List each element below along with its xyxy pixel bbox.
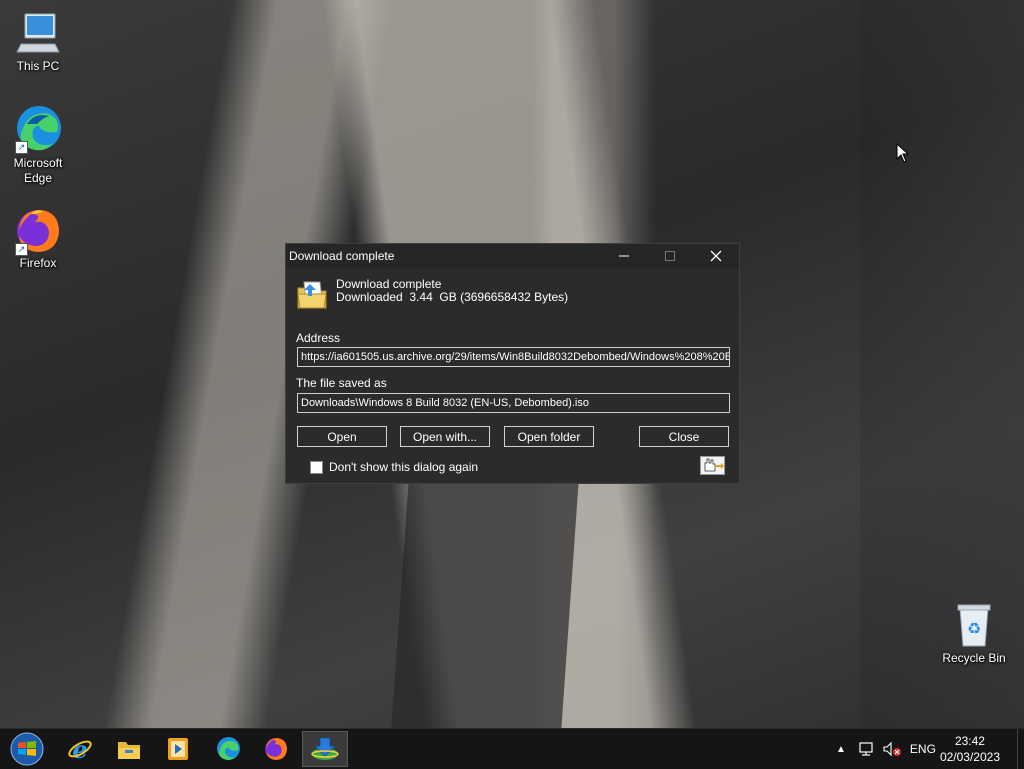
start-button[interactable] xyxy=(4,731,50,767)
recycle-bin-icon: ♻ xyxy=(957,604,991,647)
download-folder-icon xyxy=(297,281,327,309)
minimize-button[interactable] xyxy=(601,244,647,268)
mouse-cursor-icon xyxy=(896,143,910,163)
desktop-icon-label: Recycle Bin xyxy=(942,651,1006,665)
language-indicator[interactable]: ENG xyxy=(910,742,936,756)
shortcut-arrow-icon: ↗ xyxy=(15,141,28,154)
volume-muted-icon[interactable] xyxy=(882,741,902,757)
dont-show-again-label: Don't show this dialog again xyxy=(329,460,479,474)
open-folder-button[interactable]: Open folder xyxy=(504,426,594,447)
help-pointer-button[interactable] xyxy=(700,456,725,475)
hand-pointer-icon xyxy=(704,458,724,472)
open-with-button[interactable]: Open with... xyxy=(400,426,490,447)
desktop-icon-label: Firefox xyxy=(19,256,57,270)
download-size: Downloaded 3.44 GB (3696658432 Bytes) xyxy=(336,290,569,304)
open-button[interactable]: Open xyxy=(297,426,387,447)
saved-as-field[interactable]: Downloads\Windows 8 Build 8032 (EN-US, D… xyxy=(297,393,730,413)
shortcut-arrow-icon: ↗ xyxy=(15,243,28,256)
internet-explorer-icon: e xyxy=(68,736,92,762)
minimize-icon xyxy=(619,255,629,257)
download-manager-icon xyxy=(311,737,339,760)
dialog-titlebar[interactable]: Download complete xyxy=(286,244,739,268)
taskbar-edge[interactable] xyxy=(205,731,251,767)
svg-text:e: e xyxy=(72,736,87,762)
taskbar-internet-explorer[interactable]: e xyxy=(57,731,103,767)
clock-time: 23:42 xyxy=(954,734,985,748)
close-window-button[interactable] xyxy=(693,244,739,268)
show-desktop-button[interactable] xyxy=(1017,729,1024,769)
maximize-button[interactable] xyxy=(647,244,693,268)
download-info: Download complete Downloaded 3.44 GB (36… xyxy=(296,278,568,310)
network-icon[interactable] xyxy=(858,741,876,757)
close-button[interactable]: Close xyxy=(639,426,729,447)
desktop-icon-label: This PC xyxy=(16,59,60,73)
media-player-icon xyxy=(168,738,188,760)
firefox-icon xyxy=(265,738,287,760)
taskbar-download-manager[interactable] xyxy=(302,731,348,767)
desktop-icon-this-pc[interactable]: This PC xyxy=(0,10,76,74)
maximize-icon xyxy=(665,251,675,261)
close-icon xyxy=(710,250,722,262)
saved-as-label: The file saved as xyxy=(296,376,387,390)
taskbar-media-player[interactable] xyxy=(155,731,201,767)
desktop-icon-microsoft-edge[interactable]: ↗ Microsoft Edge xyxy=(0,104,76,186)
edge-icon xyxy=(217,737,240,761)
folder-icon xyxy=(118,742,140,759)
desktop-icon-label: Microsoft Edge xyxy=(13,156,63,185)
desktop-icon-recycle-bin[interactable]: ♻ Recycle Bin xyxy=(936,602,1012,666)
taskbar-firefox[interactable] xyxy=(253,731,299,767)
download-complete-dialog: Download complete Download complete Down… xyxy=(285,243,740,484)
wallpaper-shade xyxy=(391,480,579,730)
show-hidden-icons-chevron-icon[interactable]: ▲ xyxy=(836,744,846,755)
address-field[interactable]: https://ia601505.us.archive.org/29/items… xyxy=(297,347,730,367)
svg-text:♻: ♻ xyxy=(967,619,981,638)
dont-show-again-checkbox[interactable] xyxy=(310,460,323,474)
dont-show-again-row[interactable]: Don't show this dialog again xyxy=(310,460,478,474)
address-label: Address xyxy=(296,331,341,345)
desktop-icon-firefox[interactable]: ↗ Firefox xyxy=(0,206,76,271)
taskbar-file-explorer[interactable] xyxy=(106,731,152,767)
clock-date: 02/03/2023 xyxy=(939,750,1000,764)
system-tray: ▲ ENG xyxy=(836,729,936,769)
dialog-title: Download complete xyxy=(289,249,395,263)
windows-start-orb-icon xyxy=(10,732,44,766)
this-pc-icon xyxy=(16,13,60,53)
clock[interactable]: 23:42 02/03/2023 xyxy=(940,733,1000,765)
taskbar: e ▲ ENG 23:42 02/03/2023 xyxy=(0,728,1024,769)
